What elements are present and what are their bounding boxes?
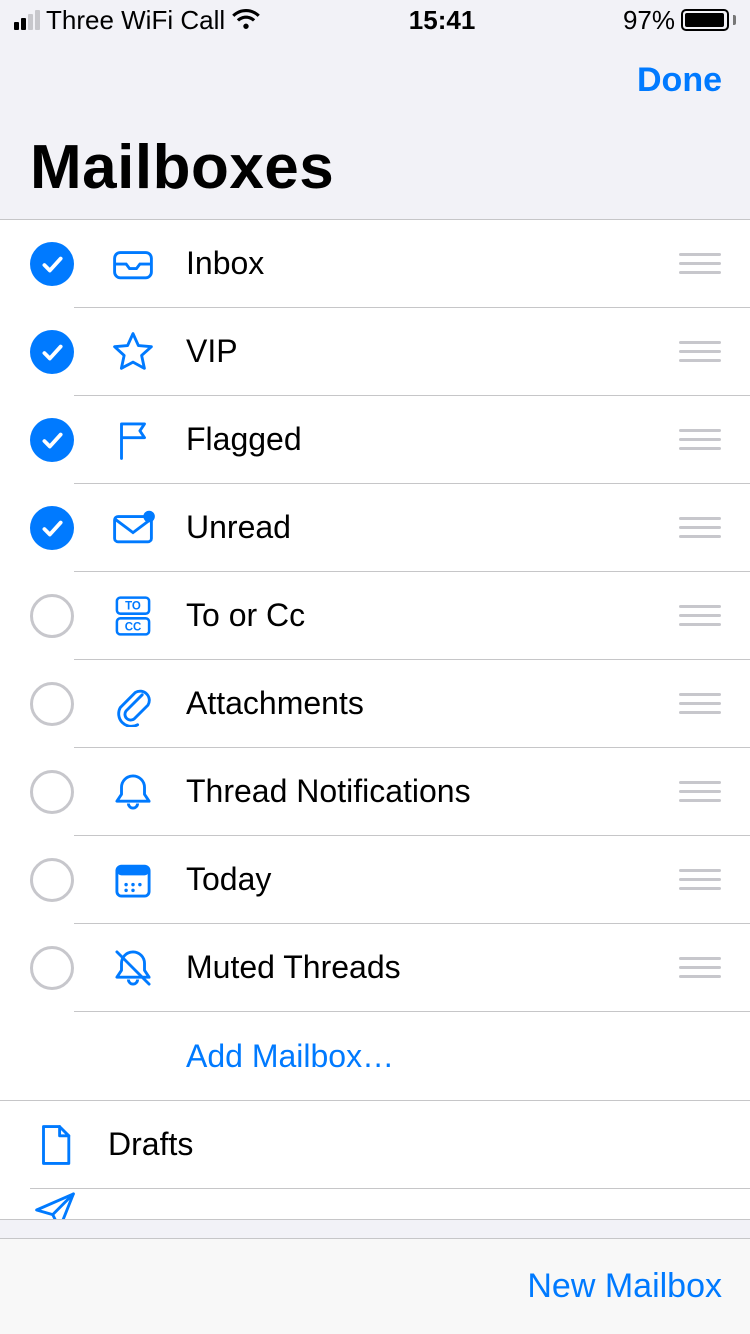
drag-handle-icon[interactable] xyxy=(678,781,722,802)
battery-icon xyxy=(681,9,736,31)
row-label: Drafts xyxy=(108,1126,750,1163)
bottom-toolbar: New Mailbox xyxy=(0,1238,750,1334)
paperplane-icon xyxy=(30,1189,80,1219)
carrier-label: Three WiFi Call xyxy=(46,5,225,36)
paperclip-icon xyxy=(108,681,158,727)
mailbox-row[interactable]: Muted Threads xyxy=(0,924,750,1012)
flag-icon xyxy=(108,417,158,463)
calendar-icon xyxy=(108,857,158,903)
checkbox[interactable] xyxy=(30,418,74,462)
status-bar: Three WiFi Call 15:41 97% xyxy=(0,0,750,40)
mailbox-row-sent-peek[interactable] xyxy=(0,1189,750,1219)
checkbox[interactable] xyxy=(30,946,74,990)
content: Mailboxes Inbox VIP Flagged Unread To or Cc A… xyxy=(0,120,750,1238)
drag-handle-icon[interactable] xyxy=(678,429,722,450)
mailbox-row[interactable]: Inbox xyxy=(0,220,750,308)
checkbox[interactable] xyxy=(30,242,74,286)
wifi-icon xyxy=(231,5,261,36)
drag-handle-icon[interactable] xyxy=(678,253,722,274)
envelope-dot-icon xyxy=(108,505,158,551)
row-label: Unread xyxy=(186,509,678,546)
mailbox-row[interactable]: VIP xyxy=(0,308,750,396)
nav-bar: Done xyxy=(0,40,750,120)
page-title: Mailboxes xyxy=(0,120,750,219)
row-label: Attachments xyxy=(186,685,678,722)
mailbox-row[interactable]: Today xyxy=(0,836,750,924)
to-cc-icon xyxy=(108,593,158,639)
cellular-signal-icon xyxy=(14,10,40,30)
star-icon xyxy=(108,329,158,375)
row-label: Muted Threads xyxy=(186,949,678,986)
drag-handle-icon[interactable] xyxy=(678,869,722,890)
checkbox[interactable] xyxy=(30,682,74,726)
mailbox-reorder-list: Inbox VIP Flagged Unread To or Cc Attachments… xyxy=(0,219,750,1101)
checkbox[interactable] xyxy=(30,506,74,550)
row-label: VIP xyxy=(186,333,678,370)
row-label: To or Cc xyxy=(186,597,678,634)
checkbox[interactable] xyxy=(30,330,74,374)
drag-handle-icon[interactable] xyxy=(678,693,722,714)
mailbox-row-drafts[interactable]: Drafts xyxy=(0,1101,750,1189)
mailbox-row[interactable]: Thread Notifications xyxy=(0,748,750,836)
bell-slash-icon xyxy=(108,945,158,991)
drag-handle-icon[interactable] xyxy=(678,957,722,978)
status-right: 97% xyxy=(623,5,736,36)
checkbox[interactable] xyxy=(30,770,74,814)
drag-handle-icon[interactable] xyxy=(678,517,722,538)
battery-percent: 97% xyxy=(623,5,675,36)
status-time: 15:41 xyxy=(409,5,476,36)
mailbox-row[interactable]: Attachments xyxy=(0,660,750,748)
checkbox[interactable] xyxy=(30,594,74,638)
bell-icon xyxy=(108,769,158,815)
drag-handle-icon[interactable] xyxy=(678,605,722,626)
add-mailbox-label: Add Mailbox… xyxy=(186,1038,394,1075)
checkbox[interactable] xyxy=(30,858,74,902)
mailbox-row[interactable]: To or Cc xyxy=(0,572,750,660)
secondary-mailbox-list: Drafts xyxy=(0,1101,750,1220)
done-button[interactable]: Done xyxy=(637,61,722,100)
row-label: Inbox xyxy=(186,245,678,282)
drag-handle-icon[interactable] xyxy=(678,341,722,362)
status-left: Three WiFi Call xyxy=(14,5,261,36)
new-mailbox-button[interactable]: New Mailbox xyxy=(527,1267,722,1306)
row-label: Today xyxy=(186,861,678,898)
mailbox-row[interactable]: Flagged xyxy=(0,396,750,484)
document-icon xyxy=(30,1122,80,1168)
inbox-icon xyxy=(108,241,158,287)
row-label: Thread Notifications xyxy=(186,773,678,810)
mailbox-row[interactable]: Unread xyxy=(0,484,750,572)
row-label: Flagged xyxy=(186,421,678,458)
add-mailbox-row[interactable]: Add Mailbox… xyxy=(0,1012,750,1100)
